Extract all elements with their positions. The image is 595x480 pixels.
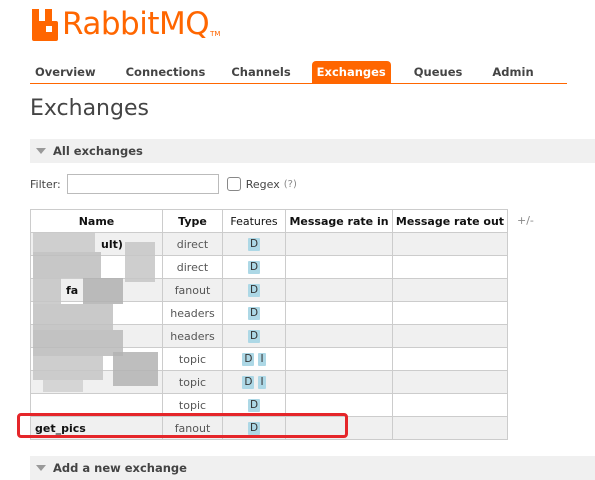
rate-out-cell — [392, 393, 508, 417]
feature-durable-tag: D — [242, 376, 255, 389]
features-cell: D — [222, 255, 286, 279]
rate-in-cell — [285, 347, 393, 371]
rate-out-cell — [392, 370, 508, 394]
col-name[interactable]: Name — [30, 209, 163, 233]
feature-durable-tag: D — [247, 330, 261, 343]
collapse-arrow-icon — [36, 148, 46, 154]
col-rate-out[interactable]: Message rate out — [392, 209, 508, 233]
features-cell: D — [222, 278, 286, 302]
rate-out-cell — [392, 301, 508, 325]
rabbitmq-logo-icon — [32, 9, 58, 41]
feature-durable-tag: D — [242, 353, 255, 366]
features-cell: DI — [222, 347, 286, 371]
rabbitmq-logo[interactable]: RabbitMQ TM — [30, 4, 220, 44]
section-label: All exchanges — [53, 144, 143, 158]
feature-internal-tag: I — [258, 353, 266, 366]
tab-exchanges[interactable]: Exchanges — [311, 61, 391, 83]
tab-connections[interactable]: Connections — [121, 61, 211, 83]
main-nav: Overview Connections Channels Exchanges … — [30, 61, 567, 84]
features-cell: D — [222, 324, 286, 348]
regex-checkbox[interactable] — [226, 177, 241, 191]
col-features: Features — [222, 209, 286, 233]
rate-out-cell — [392, 347, 508, 371]
feature-internal-tag: I — [258, 376, 266, 389]
feature-durable-tag: D — [247, 261, 261, 274]
feature-durable-tag: D — [247, 399, 261, 412]
page-title: Exchanges — [30, 96, 149, 121]
regex-help-link[interactable]: (?) — [284, 179, 297, 190]
tab-admin[interactable]: Admin — [487, 61, 538, 83]
col-type[interactable]: Type — [162, 209, 223, 233]
features-cell: D — [222, 301, 286, 325]
col-rate-in[interactable]: Message rate in — [285, 209, 393, 233]
rate-out-cell — [392, 255, 508, 279]
trademark: TM — [210, 30, 221, 38]
rate-in-cell — [285, 278, 393, 302]
filter-bar: Filter: Regex (?) — [30, 174, 297, 194]
exchange-type: topic — [162, 347, 223, 371]
tab-channels[interactable]: Channels — [226, 61, 295, 83]
brand-name: RabbitMQ — [62, 5, 210, 42]
filter-label: Filter: — [30, 177, 61, 191]
rate-in-cell — [285, 370, 393, 394]
collapse-arrow-icon — [36, 465, 46, 471]
exchange-type: headers — [162, 324, 223, 348]
exchange-type: headers — [162, 301, 223, 325]
rate-in-cell — [285, 232, 393, 256]
table-header-row: Name Type Features Message rate in Messa… — [30, 209, 508, 233]
regex-label: Regex — [245, 177, 280, 191]
filter-input[interactable] — [66, 174, 219, 194]
exchange-type: direct — [162, 255, 223, 279]
features-cell: D — [222, 232, 286, 256]
exchange-type: direct — [162, 232, 223, 256]
add-exchange-toggle[interactable]: Add a new exchange — [30, 456, 595, 480]
rate-out-cell — [392, 232, 508, 256]
tab-queues[interactable]: Queues — [409, 61, 468, 83]
highlight-box — [17, 413, 348, 438]
column-toggle[interactable]: +/- — [517, 214, 534, 227]
redaction-mosaic — [33, 232, 158, 392]
rate-out-cell — [392, 416, 508, 440]
all-exchanges-toggle[interactable]: All exchanges — [30, 139, 595, 163]
tab-overview[interactable]: Overview — [30, 61, 101, 83]
features-cell: DI — [222, 370, 286, 394]
rate-out-cell — [392, 324, 508, 348]
feature-durable-tag: D — [247, 284, 261, 297]
rate-in-cell — [285, 301, 393, 325]
rate-out-cell — [392, 278, 508, 302]
feature-durable-tag: D — [247, 307, 261, 320]
exchange-type: topic — [162, 370, 223, 394]
rate-in-cell — [285, 324, 393, 348]
rate-in-cell — [285, 255, 393, 279]
feature-durable-tag: D — [247, 238, 261, 251]
section-label: Add a new exchange — [53, 461, 187, 475]
exchange-type: fanout — [162, 278, 223, 302]
